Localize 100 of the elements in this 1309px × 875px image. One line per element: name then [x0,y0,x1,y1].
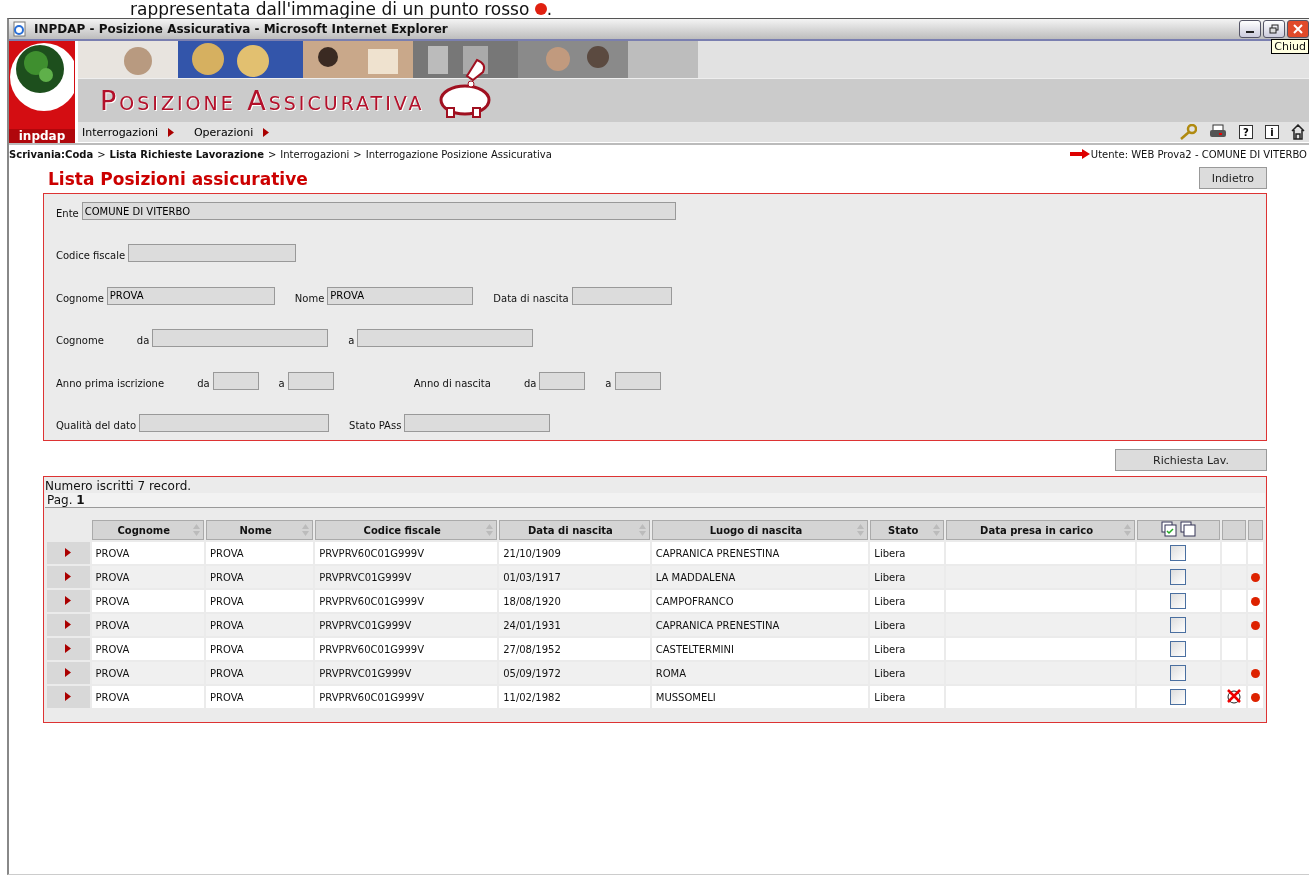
printer-icon[interactable] [1209,124,1227,140]
field-label: Cognome [56,335,104,348]
text-field[interactable] [128,244,297,263]
field-label: Nome [294,292,325,305]
key-icon[interactable] [1179,124,1197,140]
row-expand-button[interactable] [47,566,90,588]
breadcrumb-link[interactable]: Interrogazioni [280,148,350,160]
text-field[interactable] [357,329,534,348]
table-cell: PROVA [206,542,314,564]
info-button[interactable]: i [1265,125,1279,139]
text-field[interactable]: PROVA [327,286,474,305]
table-cell: PROVA [91,638,204,660]
column-header[interactable]: Cognome [91,520,204,540]
field-label: a [605,377,612,390]
table-cell: PROVA [206,662,314,684]
caret-icon [65,619,72,629]
logo-text: inpdap [9,129,75,143]
menu-item[interactable]: Interrogazioni [80,125,160,139]
close-button[interactable] [1287,20,1309,38]
table-cell: 24/01/1931 [499,614,650,636]
row-expand-button[interactable] [47,686,90,708]
page-icon [12,21,28,37]
back-button[interactable]: Indietro [1198,167,1267,189]
table-cell: LA MADDALENA [651,566,869,588]
text-field[interactable]: PROVA [106,286,275,305]
text-field[interactable] [152,329,329,348]
field-label: da [136,335,150,348]
breadcrumb-link[interactable]: Interrogazione Posizione Assicurativa [365,148,552,160]
table-cell: PROVA [91,566,204,588]
text-field[interactable] [404,413,551,432]
text-field[interactable] [212,371,259,390]
blocked-icon[interactable] [1225,688,1242,704]
checkbox[interactable] [1170,593,1187,609]
table-cell: PROVA [206,614,314,636]
table-cell: Libera [870,662,945,684]
text-field[interactable] [614,371,661,390]
field-label: da [523,377,537,390]
table-cell: PRVPRV60C01G999V [315,542,498,564]
column-header[interactable]: Data presa in carico [946,520,1136,540]
table-cell: PRVPRVC01G999V [315,614,498,636]
caret-icon [65,547,72,557]
row-expand-button[interactable] [47,542,90,564]
column-header[interactable]: Nome [206,520,314,540]
window-title: INPDAP - Posizione Assicurativa - Microsoft Internet Explorer [34,22,448,36]
row-expand-button[interactable] [47,614,90,636]
checkbox[interactable] [1170,545,1187,561]
checkbox[interactable] [1170,617,1187,633]
table-cell: 27/08/1952 [499,638,650,660]
caret-icon [65,571,72,581]
checkbox[interactable] [1170,689,1187,705]
table-cell: Libera [870,686,945,708]
table-cell: PRVPRVC01G999V [315,662,498,684]
page-label: Pag. [47,493,73,507]
table-cell: CAMPOFRANCO [651,590,869,612]
table-cell: PROVA [91,590,204,612]
deselect-all-icon[interactable] [1180,521,1197,537]
field-label: Cognome [56,292,104,305]
row-expand-button[interactable] [47,638,90,660]
breadcrumb-link[interactable]: Lista Richieste Lavorazione [109,148,264,160]
minimize-button[interactable] [1239,20,1261,38]
column-header[interactable]: Luogo di nascita [651,520,869,540]
text-field[interactable]: COMUNE DI VITERBO [81,202,676,220]
text-field[interactable] [287,371,334,390]
table-cell: Libera [870,566,945,588]
caption-text: rappresentata dall'immagine di un punto rosso . [130,0,553,18]
menu-item[interactable]: Operazioni [191,125,256,139]
table-cell: PROVA [91,686,204,708]
breadcrumb-link[interactable]: Scrivania:Coda [9,148,94,160]
restore-button[interactable] [1263,20,1285,38]
column-header[interactable]: Codice fiscale [315,520,498,540]
table-cell: PROVA [206,566,314,588]
breadcrumb-separator: > [353,148,362,160]
user-label: Utente: WEB Prova2 - COMUNE DI VITERBO [1090,148,1307,160]
select-all-icon[interactable] [1160,521,1177,537]
checkbox[interactable] [1170,569,1187,585]
row-expand-button[interactable] [47,590,90,612]
help-button[interactable]: ? [1239,125,1253,139]
field-label: Anno di nascita [413,377,491,390]
banner-title: Posizione Assicurativa [100,85,425,116]
table-cell: PRVPRVC01G999V [315,566,498,588]
field-label: Anno prima iscrizione [56,377,165,390]
text-field[interactable] [571,286,672,305]
field-label: Codice fiscale [56,250,126,263]
table-cell: Libera [870,542,945,564]
page-number[interactable]: 1 [76,493,85,507]
request-button[interactable]: Richiesta Lav. [1115,449,1267,471]
table-cell: 05/09/1972 [499,662,650,684]
page-title: Lista Posizioni assicurative [48,169,308,189]
home-icon[interactable] [1291,124,1305,140]
caret-icon [65,643,72,653]
checkbox[interactable] [1170,641,1187,657]
caret-icon [65,595,72,605]
column-header[interactable]: Data di nascita [499,520,650,540]
table-cell: PROVA [206,638,314,660]
checkbox[interactable] [1170,665,1187,681]
text-field[interactable] [139,413,330,432]
text-field[interactable] [539,371,586,390]
column-header[interactable]: Stato [870,520,945,540]
row-expand-button[interactable] [47,662,90,684]
table-cell: PRVPRV60C01G999V [315,686,498,708]
